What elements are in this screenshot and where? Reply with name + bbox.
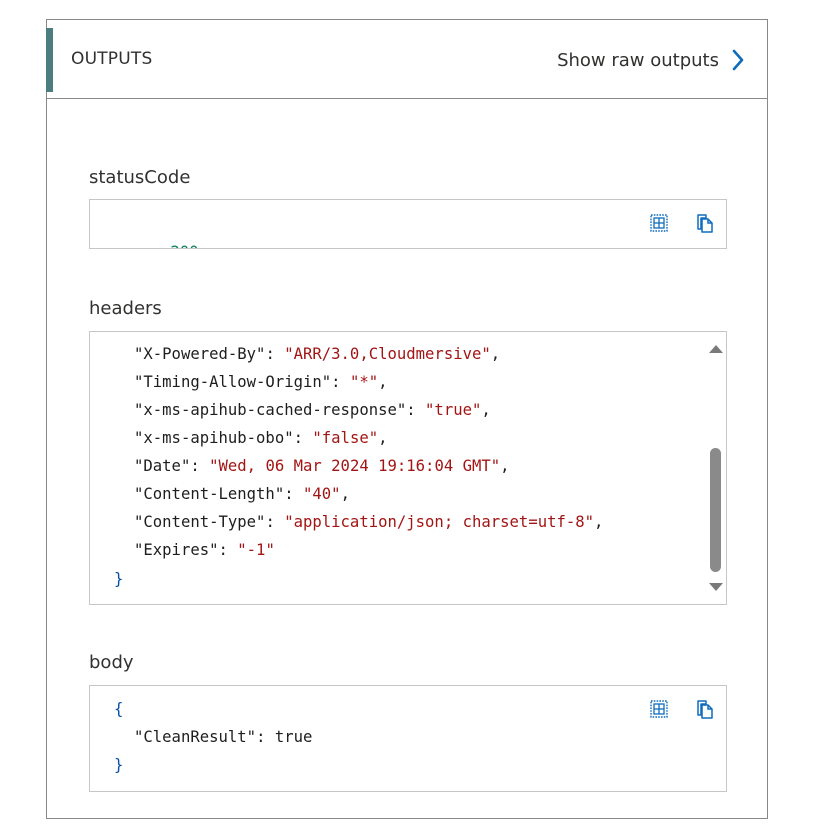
status-code-box: 200 (89, 199, 727, 249)
body-box: { "CleanResult": true } (89, 685, 727, 792)
header-line: "Content-Length": "40", (134, 485, 350, 503)
outputs-panel: OUTPUTS Show raw outputs statusCode 200 … (46, 19, 768, 819)
body-line: "CleanResult": true (134, 728, 313, 746)
table-view-icon[interactable] (648, 212, 670, 234)
header-line: "X-Powered-By": "ARR/3.0,Cloudmersive", (134, 345, 501, 363)
copy-icon[interactable] (694, 212, 716, 234)
header-line: "Expires": "-1" (134, 541, 275, 559)
headers-code: "X-Powered-By": "ARR/3.0,Cloudmersive", … (90, 332, 700, 604)
status-code-tools (624, 212, 716, 234)
headers-box[interactable]: "X-Powered-By": "ARR/3.0,Cloudmersive", … (89, 331, 727, 605)
headers-close-brace: } (114, 570, 124, 588)
table-view-icon[interactable] (648, 698, 670, 720)
body-tools (624, 698, 716, 720)
header-line: "x-ms-apihub-obo": "false", (134, 429, 388, 447)
body-open-brace: { (114, 700, 124, 718)
scroll-down-arrow-icon[interactable] (709, 583, 723, 591)
body-label: body (89, 652, 134, 673)
header-line: "Timing-Allow-Origin": "*", (134, 373, 388, 391)
header-line: "Date": "Wed, 06 Mar 2024 19:16:04 GMT", (134, 457, 510, 475)
outputs-title: OUTPUTS (71, 49, 153, 69)
copy-icon[interactable] (694, 698, 716, 720)
body-code: { "CleanResult": true } (90, 686, 650, 791)
chevron-right-icon (731, 49, 745, 71)
body-close-brace: } (114, 756, 124, 774)
outputs-header: OUTPUTS Show raw outputs (46, 20, 767, 99)
headers-scrollbar[interactable] (704, 332, 726, 604)
scroll-up-arrow-icon[interactable] (709, 345, 723, 353)
show-raw-outputs-link[interactable]: Show raw outputs (557, 44, 745, 76)
show-raw-outputs-label: Show raw outputs (557, 49, 719, 71)
header-line: "Content-Type": "application/json; chars… (134, 513, 604, 531)
scroll-thumb[interactable] (710, 448, 721, 572)
header-line: "x-ms-apihub-cached-response": "true", (134, 401, 491, 419)
status-code-label: statusCode (89, 167, 191, 188)
headers-label: headers (89, 298, 162, 319)
accent-bar (46, 28, 53, 92)
status-code-value: 200 (170, 243, 198, 248)
